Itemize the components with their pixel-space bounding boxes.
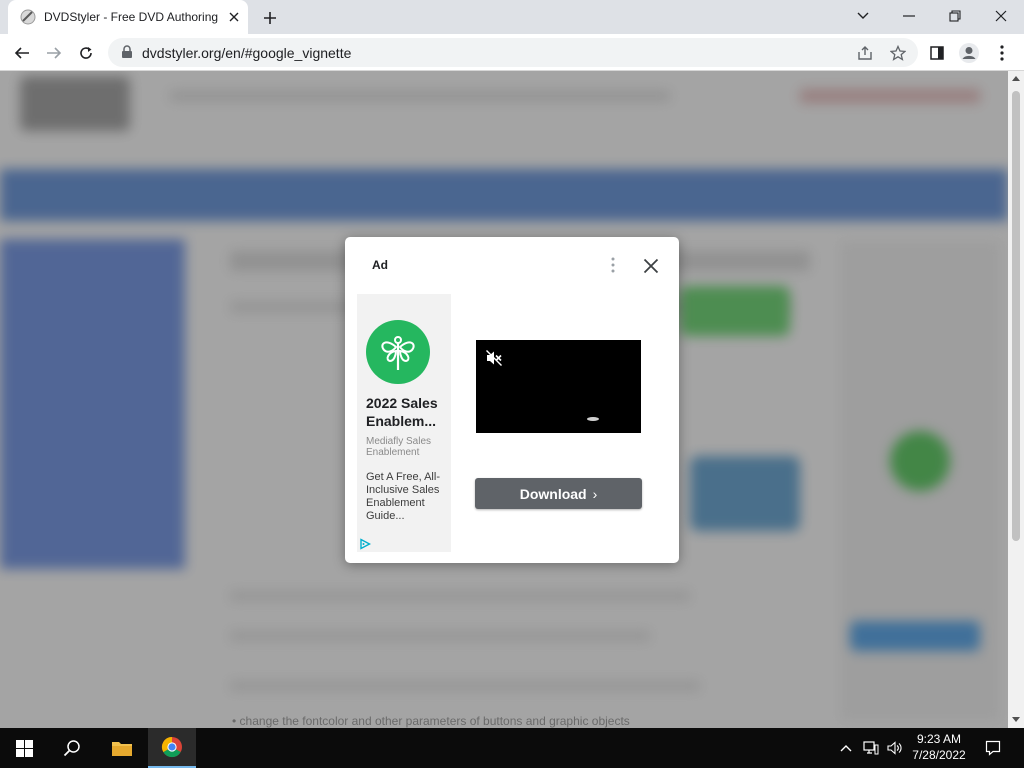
- tab-search-chevron-down-icon[interactable]: [849, 4, 877, 28]
- new-tab-plus-icon[interactable]: [258, 6, 282, 30]
- windows-taskbar: 9:23 AM 7/28/2022: [0, 728, 1024, 768]
- video-frame-object: [587, 417, 599, 421]
- tray-chevron-up-icon[interactable]: [836, 728, 856, 768]
- forward-icon[interactable]: [40, 39, 68, 67]
- notification-icon[interactable]: [978, 728, 1008, 768]
- scrollbar-thumb[interactable]: [1012, 91, 1020, 541]
- file-explorer-icon[interactable]: [98, 728, 146, 768]
- clock-date: 7/28/2022: [912, 748, 966, 762]
- search-icon[interactable]: [48, 728, 96, 768]
- ad-advertiser[interactable]: Mediafly Sales Enablement: [366, 436, 446, 458]
- back-icon[interactable]: [8, 39, 36, 67]
- reload-icon[interactable]: [72, 39, 100, 67]
- bookmark-star-icon[interactable]: [887, 42, 909, 64]
- ad-video-player[interactable]: [476, 340, 641, 433]
- ad-close-icon[interactable]: [639, 254, 663, 278]
- ad-more-vert-icon[interactable]: [603, 255, 623, 275]
- ad-description[interactable]: Get A Free, All-Inclusive Sales Enableme…: [366, 471, 444, 523]
- dragonfly-logo-icon[interactable]: [366, 320, 430, 384]
- ad-vignette-dialog: Ad 2022 Sales Enablem... Mediafly Sales …: [345, 237, 679, 563]
- taskbar-clock[interactable]: 9:23 AM 7/28/2022: [908, 731, 970, 763]
- dvdstyler-favicon-icon: [20, 9, 36, 25]
- tab-close-icon[interactable]: [226, 9, 242, 25]
- mute-icon[interactable]: [485, 349, 503, 367]
- close-window-icon[interactable]: [987, 4, 1015, 28]
- ad-headline[interactable]: 2022 Sales Enablem...: [366, 394, 446, 430]
- scroll-up-icon[interactable]: [1012, 75, 1020, 81]
- network-icon[interactable]: [860, 728, 882, 768]
- ad-card[interactable]: 2022 Sales Enablem... Mediafly Sales Ena…: [357, 294, 451, 552]
- side-panel-icon[interactable]: [923, 39, 951, 67]
- chevron-right-icon: ›: [592, 485, 598, 502]
- page-scrollbar[interactable]: [1008, 71, 1024, 728]
- lock-icon[interactable]: [120, 45, 134, 59]
- scroll-down-icon[interactable]: [1012, 717, 1020, 723]
- address-bar[interactable]: dvdstyler.org/en/#google_vignette: [108, 38, 918, 67]
- windows-start-icon[interactable]: [0, 728, 48, 768]
- volume-icon[interactable]: [884, 728, 906, 768]
- url-text[interactable]: dvdstyler.org/en/#google_vignette: [142, 45, 351, 61]
- background-bullet-text: • change the fontcolor and other paramet…: [232, 714, 630, 728]
- browser-toolbar: dvdstyler.org/en/#google_vignette: [0, 34, 1024, 71]
- chrome-taskbar-icon[interactable]: [148, 728, 196, 768]
- tab-title: DVDStyler - Free DVD Authoring: [44, 10, 219, 24]
- adchoices-icon[interactable]: [359, 538, 371, 550]
- ad-download-button[interactable]: Download ›: [475, 478, 642, 509]
- more-vert-icon[interactable]: [988, 39, 1016, 67]
- ad-label: Ad: [372, 258, 388, 272]
- minimize-icon[interactable]: [895, 4, 923, 28]
- clock-time: 9:23 AM: [916, 732, 962, 746]
- download-button-label: Download: [519, 485, 587, 502]
- share-icon[interactable]: [854, 42, 876, 64]
- browser-tab[interactable]: DVDStyler - Free DVD Authoring: [8, 0, 248, 34]
- tab-strip: DVDStyler - Free DVD Authoring: [0, 0, 1024, 34]
- profile-avatar-icon[interactable]: [955, 39, 983, 67]
- restore-icon[interactable]: [941, 4, 969, 28]
